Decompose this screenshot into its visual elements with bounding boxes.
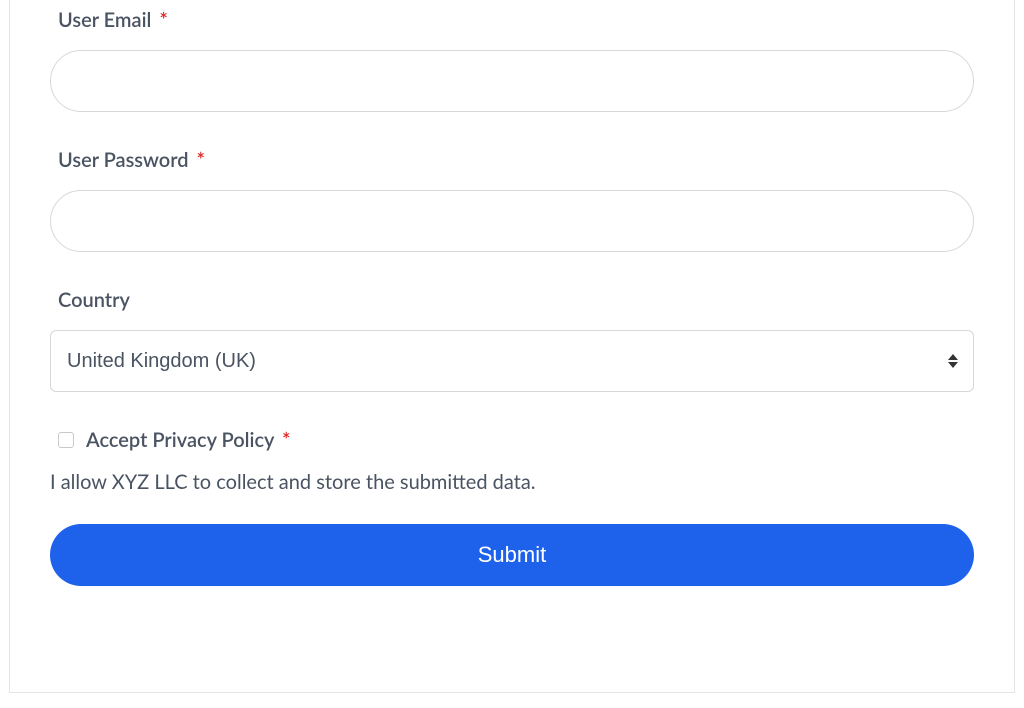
password-label-text: User Password [58,148,189,172]
required-asterisk: * [282,428,291,452]
privacy-checkbox[interactable] [58,432,74,448]
email-label: User Email * [50,8,974,32]
country-group: Country United Kingdom (UK) [50,288,974,392]
email-field[interactable] [50,50,974,112]
submit-button[interactable]: Submit [50,524,974,586]
registration-form: User Email * User Password * Country Uni… [9,0,1015,693]
privacy-checkbox-row: Accept Privacy Policy * [50,428,974,452]
consent-text: I allow XYZ LLC to collect and store the… [50,470,974,494]
email-label-text: User Email [58,8,151,32]
email-group: User Email * [50,0,974,112]
country-label: Country [50,288,974,312]
password-label: User Password * [50,148,974,172]
privacy-label: Accept Privacy Policy * [86,428,291,452]
password-field[interactable] [50,190,974,252]
privacy-label-text: Accept Privacy Policy [86,428,274,452]
country-select-wrapper: United Kingdom (UK) [50,330,974,392]
password-group: User Password * [50,148,974,252]
required-asterisk: * [197,148,206,172]
required-asterisk: * [159,8,168,32]
country-select[interactable]: United Kingdom (UK) [50,330,974,392]
privacy-group: Accept Privacy Policy * I allow XYZ LLC … [50,428,974,586]
